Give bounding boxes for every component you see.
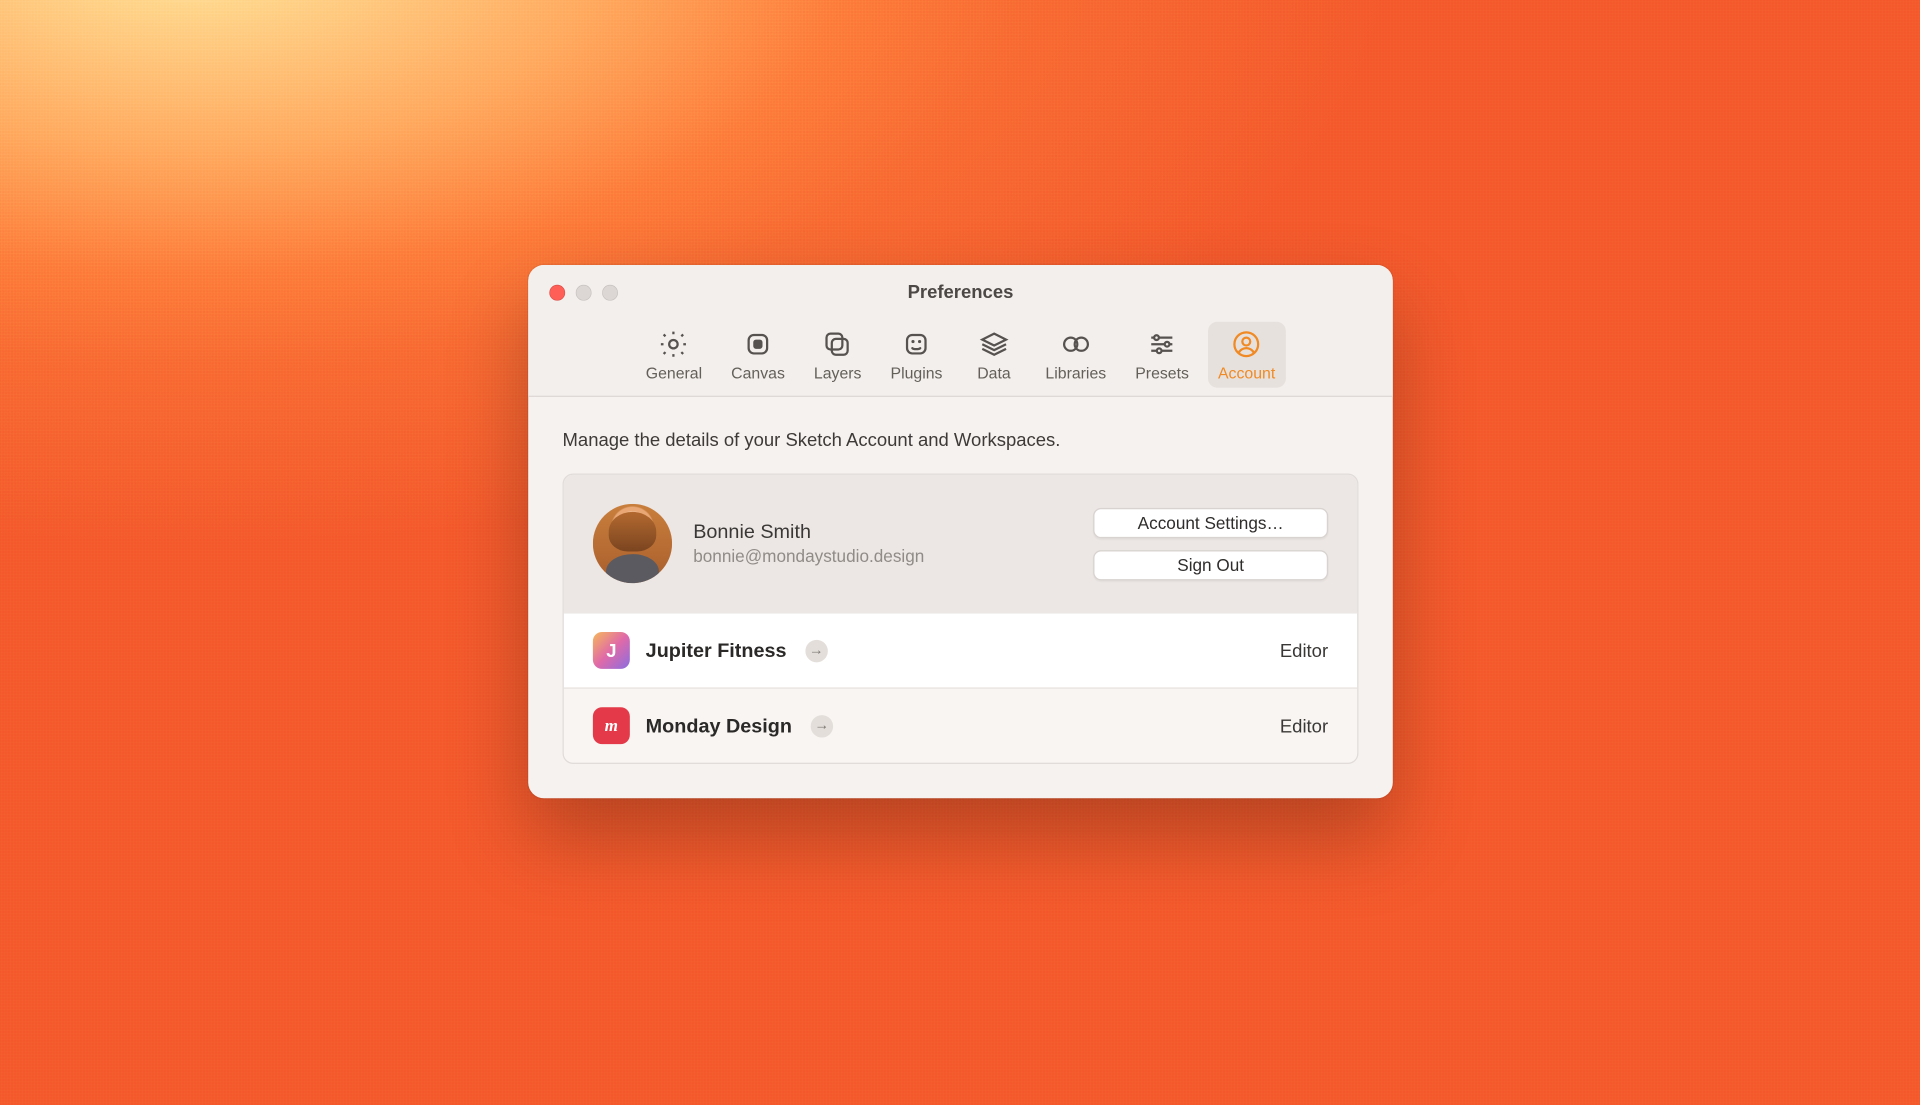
workspace-name: Monday Design [645, 714, 791, 736]
gear-icon [658, 328, 690, 360]
workspace-role: Editor [1279, 715, 1327, 736]
canvas-icon [742, 328, 774, 360]
tab-general[interactable]: General [635, 322, 712, 388]
account-settings-button[interactable]: Account Settings… [1093, 507, 1328, 537]
content-area: Manage the details of your Sketch Accoun… [528, 397, 1393, 798]
account-name: Bonnie Smith [693, 521, 1072, 543]
tab-label: Plugins [890, 364, 942, 382]
workspace-role: Editor [1279, 640, 1327, 661]
tab-libraries[interactable]: Libraries [1034, 322, 1116, 388]
workspace-icon: J [592, 632, 629, 669]
titlebar: Preferences General Canvas Layers Plugin… [528, 265, 1393, 397]
sign-out-button[interactable]: Sign Out [1093, 549, 1328, 579]
tab-canvas[interactable]: Canvas [720, 322, 795, 388]
preferences-toolbar: General Canvas Layers Plugins Data [528, 322, 1393, 388]
tab-layers[interactable]: Layers [803, 322, 872, 388]
libraries-icon [1059, 328, 1091, 360]
tab-plugins[interactable]: Plugins [879, 322, 952, 388]
data-icon [978, 328, 1010, 360]
tab-label: Data [977, 364, 1010, 382]
tab-account[interactable]: Account [1207, 322, 1285, 388]
tab-label: Libraries [1045, 364, 1106, 382]
workspace-row-jupiter[interactable]: J Jupiter Fitness → Editor [563, 612, 1356, 687]
presets-icon [1146, 328, 1178, 360]
account-icon [1230, 328, 1262, 360]
tab-label: Presets [1135, 364, 1189, 382]
account-info: Bonnie Smith bonnie@mondaystudio.design [693, 521, 1072, 566]
preferences-window: Preferences General Canvas Layers Plugin… [528, 265, 1393, 798]
tab-presets[interactable]: Presets [1124, 322, 1199, 388]
account-row: Bonnie Smith bonnie@mondaystudio.design … [563, 475, 1356, 612]
tab-label: Canvas [731, 364, 785, 382]
window-title: Preferences [528, 281, 1393, 302]
workspace-name: Jupiter Fitness [645, 639, 786, 661]
tab-label: General [645, 364, 701, 382]
description-text: Manage the details of your Sketch Accoun… [562, 429, 1358, 450]
arrow-right-icon: → [805, 639, 827, 661]
layers-icon [821, 328, 853, 360]
arrow-right-icon: → [810, 714, 832, 736]
tab-label: Account [1217, 364, 1274, 382]
account-card: Bonnie Smith bonnie@mondaystudio.design … [562, 474, 1358, 764]
plugins-icon [900, 328, 932, 360]
workspace-row-monday[interactable]: m Monday Design → Editor [563, 687, 1356, 762]
avatar [592, 504, 671, 583]
tab-data[interactable]: Data [960, 322, 1026, 388]
account-buttons: Account Settings… Sign Out [1093, 507, 1328, 580]
tab-label: Layers [813, 364, 861, 382]
account-email: bonnie@mondaystudio.design [693, 546, 1072, 566]
workspace-icon: m [592, 707, 629, 744]
